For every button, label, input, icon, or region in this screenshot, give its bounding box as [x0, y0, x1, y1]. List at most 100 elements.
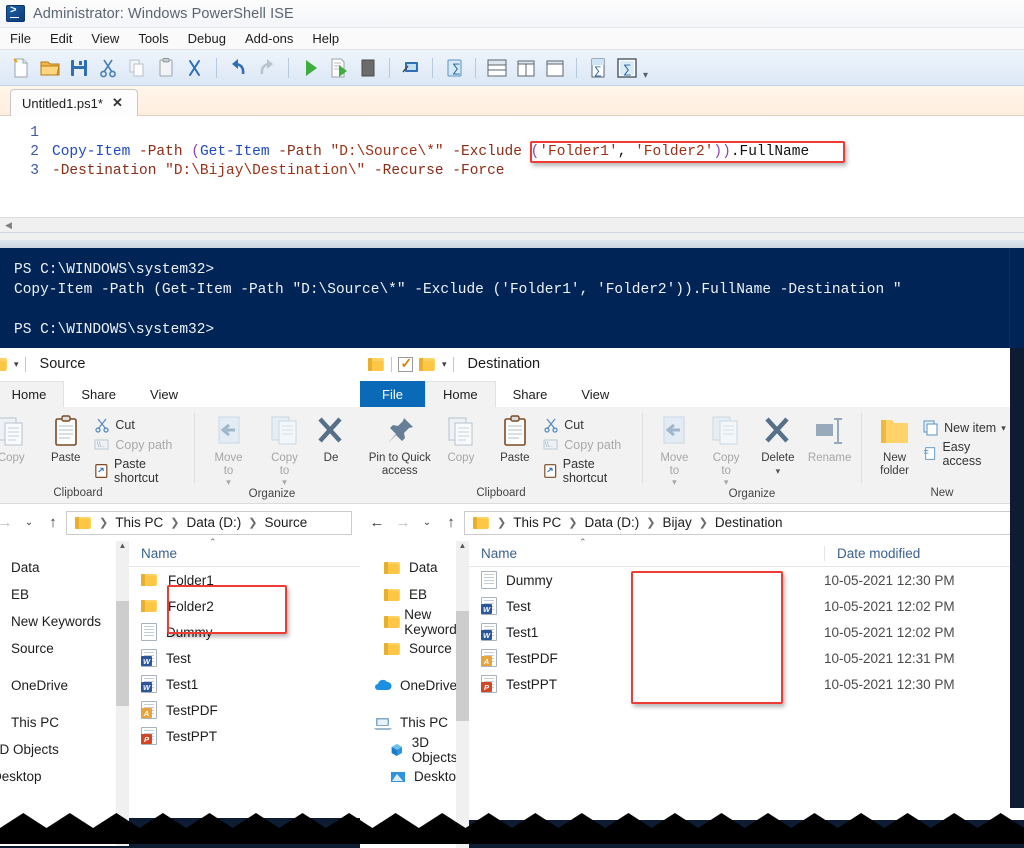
destination-breadcrumb[interactable]: ❯ This PC ❯ Data (D:) ❯ Bijay ❯ Destinat… [464, 511, 1016, 535]
new-file-icon[interactable] [8, 55, 34, 81]
layout-vertical-icon[interactable] [513, 55, 539, 81]
nav-item-data[interactable]: Data [0, 554, 129, 581]
destination-file-list[interactable]: Name ⌃ Date modified Dummy10-05-2021 12:… [469, 541, 1024, 848]
recent-locations-icon[interactable]: ⌄ [416, 517, 438, 528]
nav-item-new-keywords[interactable]: New Keywords [360, 608, 469, 635]
new-remote-tab-icon[interactable] [398, 55, 424, 81]
copy-to-button[interactable]: Copy to ▾ [258, 412, 311, 488]
nav-item-eb[interactable]: EB [0, 581, 129, 608]
file-name-cell[interactable]: Folder2 [129, 599, 309, 614]
scroll-up-icon[interactable]: ▲ [456, 541, 469, 555]
new-item-button[interactable]: New item ▾ [923, 420, 1015, 436]
file-list-row[interactable]: WTest10-05-2021 12:02 PM [469, 593, 1024, 619]
folder-icon[interactable] [368, 357, 385, 371]
tab-share[interactable]: Share [496, 381, 565, 407]
file-name-cell[interactable]: ATestPDF [469, 649, 824, 667]
tab-file[interactable]: File [360, 381, 425, 407]
paste-icon[interactable] [153, 55, 179, 81]
menu-item-tools[interactable]: Tools [138, 31, 168, 46]
chevron-down-icon[interactable]: ▾ [776, 466, 781, 477]
file-list-row[interactable]: WTest110-05-2021 12:02 PM [469, 619, 1024, 645]
nav-item-desktop[interactable]: Desktop [0, 763, 129, 790]
breadcrumb-data-d[interactable]: Data (D:) [584, 515, 639, 530]
tab-home[interactable]: Home [425, 381, 496, 407]
nav-item-source[interactable]: Source [360, 635, 469, 662]
forward-icon[interactable]: → [0, 514, 18, 531]
undo-icon[interactable] [225, 55, 251, 81]
copy-to-button[interactable]: Copy to ▾ [702, 412, 751, 488]
nav-item-desktop[interactable]: Desktop [360, 763, 469, 790]
file-list-row[interactable]: ATestPDF10-05-2021 12:31 PM [469, 645, 1024, 671]
file-list-row[interactable]: Dummy [129, 619, 360, 645]
run-selection-lambda-icon[interactable] [182, 55, 208, 81]
file-name-cell[interactable]: PTestPPT [469, 675, 824, 693]
easy-access-button[interactable]: Easy access ▾ [923, 440, 1015, 468]
save-icon[interactable] [66, 55, 92, 81]
open-folder-icon[interactable] [37, 55, 63, 81]
scroll-left-icon[interactable]: ◀ [0, 220, 17, 231]
nav-item-this-pc[interactable]: This PC [360, 709, 469, 736]
toolbar-overflow-icon[interactable]: ▾ [643, 70, 648, 85]
file-list-row[interactable]: ATestPDF [129, 697, 360, 723]
editor-horizontal-scrollbar[interactable]: ◀ [0, 217, 1024, 232]
breadcrumb-bijay[interactable]: Bijay [662, 515, 691, 530]
copy-button[interactable]: Copy [0, 412, 37, 465]
console-splitter[interactable] [0, 240, 1024, 248]
chevron-down-icon[interactable]: ▾ [442, 359, 447, 370]
delete-button[interactable]: De [314, 412, 348, 465]
folder-icon[interactable] [419, 357, 436, 371]
folder-icon[interactable] [0, 357, 8, 371]
console-pane[interactable]: PS C:\WINDOWS\system32> Copy-Item -Path … [0, 248, 1024, 348]
menu-item-debug[interactable]: Debug [188, 31, 226, 46]
scroll-up-icon[interactable]: ▲ [116, 541, 129, 555]
tab-home[interactable]: Home [0, 381, 64, 407]
show-command-window-icon[interactable]: ∑ [614, 55, 640, 81]
pin-to-quick-access-button[interactable]: Pin to Quick access [367, 412, 432, 477]
scrollbar-thumb[interactable] [116, 601, 129, 706]
file-list-row[interactable]: PTestPPT10-05-2021 12:30 PM [469, 671, 1024, 697]
file-name-cell[interactable]: Folder1 [129, 573, 309, 588]
nav-item-3d-objects[interactable]: 3D Objects [360, 736, 469, 763]
breadcrumb-this-pc[interactable]: This PC [115, 515, 163, 530]
tab-view[interactable]: View [133, 381, 195, 407]
file-name-cell[interactable]: PTestPPT [129, 727, 309, 745]
file-name-cell[interactable]: WTest1 [129, 675, 309, 693]
scrollbar-thumb[interactable] [456, 611, 469, 721]
source-breadcrumb[interactable]: ❯ This PC ❯ Data (D:) ❯ Source [66, 511, 352, 535]
chevron-down-icon[interactable]: ▾ [282, 477, 287, 488]
stop-icon[interactable] [355, 55, 381, 81]
column-header-name[interactable]: Name ⌃ [469, 546, 824, 561]
navigation-scrollbar[interactable]: ▲ ▼ [456, 541, 469, 848]
nav-item-this-pc[interactable]: This PC [0, 709, 129, 736]
column-header-name[interactable]: Name ⌃ [129, 546, 289, 561]
menu-item-addons[interactable]: Add-ons [245, 31, 293, 46]
cut-button[interactable]: Cut [543, 417, 635, 433]
cut-icon[interactable] [95, 55, 121, 81]
menu-item-view[interactable]: View [91, 31, 119, 46]
file-name-cell[interactable]: WTest1 [469, 623, 824, 641]
paste-shortcut-button[interactable]: Paste shortcut [543, 457, 635, 485]
rename-button[interactable]: Rename [805, 412, 854, 465]
delete-button[interactable]: Delete ▾ [754, 412, 803, 477]
menu-item-file[interactable]: File [10, 31, 31, 46]
chevron-down-icon[interactable]: ▾ [1001, 423, 1006, 434]
file-list-row[interactable]: WTest [129, 645, 360, 671]
nav-item-eb[interactable]: EB [360, 581, 469, 608]
chevron-down-icon[interactable]: ▾ [672, 477, 677, 488]
layout-horizontal-icon[interactable] [484, 55, 510, 81]
file-name-cell[interactable]: WTest [129, 649, 309, 667]
breadcrumb-data-d[interactable]: Data (D:) [186, 515, 241, 530]
copy-path-button[interactable]: \\.. Copy path [543, 437, 635, 453]
new-folder-button[interactable]: New folder [869, 412, 920, 477]
navigation-scrollbar[interactable]: ▲ ▼ [116, 541, 129, 846]
close-icon[interactable]: ✕ [112, 95, 123, 111]
move-to-button[interactable]: Move to ▾ [650, 412, 699, 488]
menu-item-edit[interactable]: Edit [50, 31, 72, 46]
code-text[interactable]: -Destination "D:\Bijay\Destination\" -Re… [52, 162, 505, 181]
chevron-down-icon[interactable]: ▾ [226, 477, 231, 488]
breadcrumb-this-pc[interactable]: This PC [513, 515, 561, 530]
nav-item-onedrive[interactable]: OneDrive [360, 672, 469, 699]
nav-item-3d-objects[interactable]: 3D Objects [0, 736, 129, 763]
cut-button[interactable]: Cut [94, 417, 187, 433]
tab-share[interactable]: Share [64, 381, 133, 407]
